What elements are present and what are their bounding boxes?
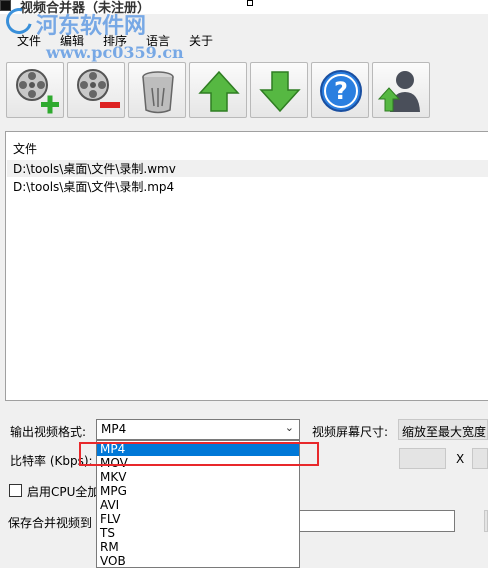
format-option-rm[interactable]: RM <box>97 540 299 554</box>
clear-list-button[interactable] <box>128 62 186 118</box>
width-input[interactable] <box>399 448 446 469</box>
menu-bar: 文件 编辑 排序 语言 关于 <box>0 32 488 50</box>
move-down-button[interactable] <box>250 62 308 118</box>
list-item[interactable]: D:\tools\桌面\文件\录制.mp4 <box>13 178 174 195</box>
move-up-button[interactable] <box>189 62 247 118</box>
list-item[interactable]: D:\tools\桌面\文件\录制.wmv <box>7 160 488 177</box>
format-option-mpg[interactable]: MPG <box>97 484 299 498</box>
chevron-down-icon: ⌄ <box>284 421 294 434</box>
menu-file[interactable]: 文件 <box>17 32 41 49</box>
film-reel-add-icon <box>16 69 59 114</box>
arrow-down-icon <box>259 71 301 113</box>
screen-size-label: 视频屏幕尺寸: <box>312 425 389 439</box>
register-button[interactable] <box>372 62 430 118</box>
bitrate-label: 比特率 (Kbps): <box>10 454 93 468</box>
format-option-mp4[interactable]: MP4 <box>97 442 299 456</box>
format-option-mkv[interactable]: MKV <box>97 470 299 484</box>
file-column-header[interactable]: 文件 <box>13 140 37 157</box>
cpu-acceleration-label: 启用CPU全加 <box>27 485 100 499</box>
format-option-vob[interactable]: VOB <box>97 554 299 568</box>
output-format-select[interactable]: MP4 ⌄ <box>96 419 300 440</box>
remove-video-button[interactable] <box>67 62 125 118</box>
trash-bin-icon <box>142 71 174 114</box>
window-title: 视频合并器（未注册） <box>20 1 151 16</box>
format-dropdown-list[interactable]: MP4 MOV MKV MPG AVI FLV TS RM VOB <box>96 440 300 568</box>
format-option-avi[interactable]: AVI <box>97 498 299 512</box>
svg-text:?: ? <box>334 77 348 105</box>
screen-size-select[interactable]: 缩放至最大宽度 <box>398 419 488 440</box>
arrow-up-icon <box>198 70 240 112</box>
save-path-input[interactable] <box>298 510 455 532</box>
menu-about[interactable]: 关于 <box>189 32 213 49</box>
file-list[interactable]: 文件 D:\tools\桌面\文件\录制.wmv D:\tools\桌面\文件\… <box>5 131 488 401</box>
menu-sort[interactable]: 排序 <box>103 32 127 49</box>
app-icon <box>0 0 11 11</box>
user-upload-icon <box>377 71 420 112</box>
format-option-flv[interactable]: FLV <box>97 512 299 526</box>
dimension-x-label: X <box>456 452 465 466</box>
menu-edit[interactable]: 编辑 <box>60 32 84 49</box>
film-reel-remove-icon <box>77 69 120 108</box>
output-format-value: MP4 <box>101 422 127 436</box>
screen-size-value: 缩放至最大宽度 <box>402 425 487 439</box>
add-video-button[interactable] <box>6 62 64 118</box>
format-option-ts[interactable]: TS <box>97 526 299 540</box>
window-control-icon[interactable] <box>247 0 253 6</box>
help-button[interactable]: ? <box>311 62 369 118</box>
save-path-label: 保存合并视频到 <box>8 516 93 530</box>
output-format-label: 输出视频格式: <box>10 425 87 439</box>
browse-button[interactable] <box>484 510 488 532</box>
format-option-mov[interactable]: MOV <box>97 456 299 470</box>
toolbar: ? <box>0 62 488 120</box>
menu-language[interactable]: 语言 <box>146 32 170 49</box>
help-icon: ? <box>320 70 362 112</box>
cpu-acceleration-checkbox[interactable] <box>9 484 22 497</box>
title-bar: 视频合并器（未注册） <box>0 0 488 16</box>
height-input[interactable] <box>472 448 488 469</box>
